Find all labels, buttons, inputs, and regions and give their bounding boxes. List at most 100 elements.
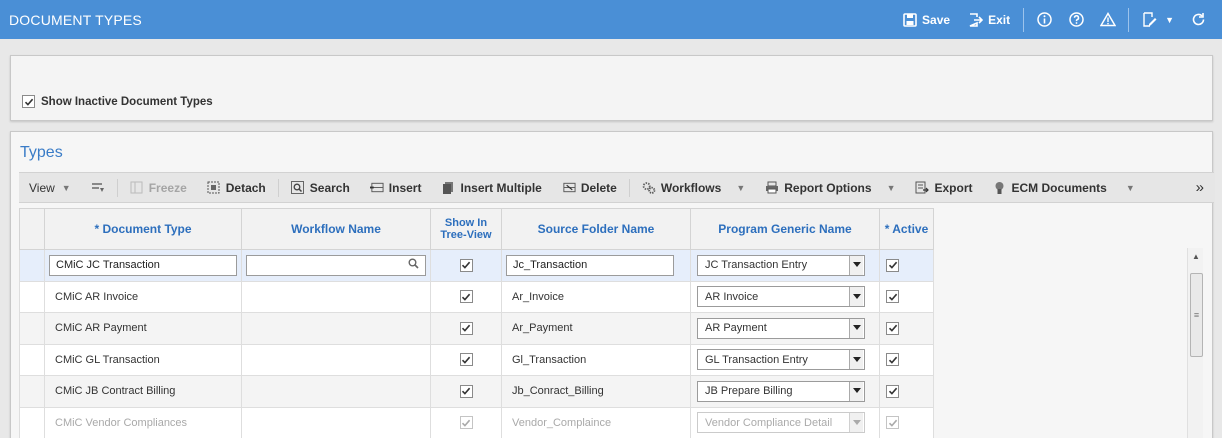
dropdown-arrow-icon[interactable] bbox=[849, 287, 863, 307]
row-selector[interactable] bbox=[19, 375, 45, 408]
detach-button[interactable]: Detach bbox=[197, 181, 276, 195]
program-generic-name-select[interactable]: Vendor Compliance Detail bbox=[697, 412, 865, 434]
table-row[interactable]: CMiC Vendor Compliances Vendor_Complainc… bbox=[19, 406, 934, 438]
column-header-program-generic-name[interactable]: Program Generic Name bbox=[690, 208, 880, 250]
row-selector[interactable] bbox=[19, 343, 45, 376]
insert-button[interactable]: Insert bbox=[360, 181, 432, 195]
table-row[interactable]: CMiC JC Transaction Jc_Transaction JC Tr… bbox=[19, 249, 934, 282]
table-row[interactable]: CMiC GL Transaction Gl_Transaction GL Tr… bbox=[19, 343, 934, 376]
help-button[interactable] bbox=[1060, 12, 1092, 28]
active-checkbox[interactable] bbox=[886, 384, 899, 398]
delete-label: Delete bbox=[580, 180, 617, 195]
active-checkbox[interactable] bbox=[886, 321, 899, 335]
source-folder-name-input[interactable]: Jc_Transaction bbox=[506, 254, 674, 276]
dropdown-arrow-icon[interactable] bbox=[849, 413, 863, 433]
notes-menu-button[interactable]: ▼ bbox=[1133, 12, 1182, 28]
document-type-cell[interactable]: CMiC GL Transaction bbox=[44, 343, 242, 376]
insert-label: Insert bbox=[388, 180, 422, 195]
column-header-active[interactable]: * Active bbox=[879, 208, 934, 250]
source-folder-name-cell[interactable]: Ar_Invoice bbox=[501, 280, 691, 313]
source-folder-name-cell[interactable]: Gl_Transaction bbox=[501, 343, 691, 376]
show-in-tree-view-checkbox[interactable] bbox=[459, 384, 473, 398]
table-row[interactable]: CMiC JB Contract Billing Jb_Conract_Bill… bbox=[19, 375, 934, 408]
exit-button[interactable]: Exit bbox=[959, 12, 1019, 28]
row-selector[interactable] bbox=[19, 280, 45, 313]
show-in-tree-view-checkbox[interactable] bbox=[459, 353, 473, 367]
dropdown-arrow-icon[interactable] bbox=[849, 350, 863, 370]
exit-label: Exit bbox=[988, 12, 1011, 27]
scrollbar-thumb[interactable]: ≡ bbox=[1190, 273, 1203, 357]
active-checkbox[interactable] bbox=[886, 416, 899, 430]
table-row[interactable]: CMiC AR Payment Ar_Payment AR Payment bbox=[19, 312, 934, 345]
filter-button[interactable] bbox=[81, 181, 115, 195]
column-header-workflow-name[interactable]: Workflow Name bbox=[241, 208, 431, 250]
show-in-tree-view-checkbox[interactable] bbox=[459, 290, 473, 304]
filter-panel: Show Inactive Document Types bbox=[10, 55, 1213, 121]
report-options-menu-button[interactable]: Report Options ▼ bbox=[755, 181, 905, 195]
exit-icon bbox=[968, 12, 984, 28]
workflow-name-lookup[interactable] bbox=[246, 254, 426, 276]
program-generic-name-select[interactable]: JB Prepare Billing bbox=[697, 380, 865, 402]
active-checkbox[interactable] bbox=[886, 353, 899, 367]
document-type-cell[interactable]: CMiC Vendor Compliances bbox=[44, 406, 242, 438]
column-header-show-in-tree-view[interactable]: Show In Tree-View bbox=[430, 208, 502, 250]
program-generic-name-select[interactable]: GL Transaction Entry bbox=[697, 349, 865, 371]
title-bar: DOCUMENT TYPES Save Exit ▼ bbox=[0, 0, 1222, 39]
workflow-name-cell[interactable] bbox=[241, 312, 431, 345]
export-icon bbox=[915, 181, 930, 195]
program-generic-name-value: JC Transaction Entry bbox=[705, 259, 808, 272]
table-row[interactable]: CMiC AR Invoice Ar_Invoice AR Invoice bbox=[19, 280, 934, 313]
detach-label: Detach bbox=[225, 180, 266, 195]
show-inactive-checkbox[interactable] bbox=[22, 95, 35, 108]
detach-icon bbox=[207, 181, 221, 195]
workflow-name-cell[interactable] bbox=[241, 406, 431, 438]
show-in-tree-view-checkbox[interactable] bbox=[459, 258, 473, 272]
search-button[interactable]: Search bbox=[281, 181, 360, 195]
source-folder-name-cell[interactable]: Vendor_Complaince bbox=[501, 406, 691, 438]
dropdown-arrow-icon[interactable] bbox=[849, 255, 863, 275]
document-type-cell[interactable]: CMiC JB Contract Billing bbox=[44, 375, 242, 408]
alerts-button[interactable] bbox=[1092, 12, 1124, 28]
freeze-button[interactable]: Freeze bbox=[120, 181, 197, 195]
refresh-button[interactable] bbox=[1182, 12, 1214, 28]
show-in-tree-view-checkbox[interactable] bbox=[459, 321, 473, 335]
workflow-name-cell[interactable] bbox=[241, 343, 431, 376]
insert-multiple-button[interactable]: Insert Multiple bbox=[431, 181, 551, 195]
document-type-input[interactable]: CMiC JC Transaction bbox=[49, 254, 237, 276]
source-folder-name-cell[interactable]: Jb_Conract_Billing bbox=[501, 375, 691, 408]
save-button[interactable]: Save bbox=[893, 12, 959, 28]
program-generic-name-value: Vendor Compliance Detail bbox=[705, 416, 833, 429]
export-button[interactable]: Export bbox=[905, 181, 982, 195]
show-in-tree-view-checkbox[interactable] bbox=[459, 416, 473, 430]
row-selector[interactable] bbox=[19, 312, 45, 345]
ecm-documents-menu-button[interactable]: ECM Documents ▼ bbox=[983, 181, 1145, 195]
dropdown-arrow-icon[interactable] bbox=[849, 381, 863, 401]
workflow-name-cell[interactable] bbox=[241, 280, 431, 313]
document-type-cell[interactable]: CMiC AR Payment bbox=[44, 312, 242, 345]
freeze-label: Freeze bbox=[148, 180, 187, 195]
active-checkbox[interactable] bbox=[886, 258, 899, 272]
scroll-up-arrow-icon[interactable]: ▲ bbox=[1192, 252, 1200, 261]
active-checkbox[interactable] bbox=[886, 290, 899, 304]
program-generic-name-select[interactable]: JC Transaction Entry bbox=[697, 254, 865, 276]
document-type-cell[interactable]: CMiC AR Invoice bbox=[44, 280, 242, 313]
view-menu-button[interactable]: View ▼ bbox=[19, 181, 81, 195]
program-generic-name-select[interactable]: AR Invoice bbox=[697, 286, 865, 308]
workflow-name-cell[interactable] bbox=[241, 375, 431, 408]
delete-button[interactable]: Delete bbox=[552, 181, 627, 195]
row-selector[interactable] bbox=[19, 406, 45, 438]
toolbar-overflow-button[interactable]: » bbox=[1196, 179, 1214, 196]
program-generic-name-select[interactable]: AR Payment bbox=[697, 317, 865, 339]
show-inactive-row: Show Inactive Document Types bbox=[22, 95, 213, 108]
row-selector[interactable] bbox=[19, 249, 45, 282]
toolbar-separator bbox=[277, 178, 279, 197]
dropdown-arrow-icon[interactable] bbox=[849, 318, 863, 338]
grid-vertical-scrollbar[interactable]: ▲ ≡ bbox=[1187, 248, 1203, 438]
search-icon[interactable] bbox=[408, 258, 419, 272]
grid-header-row: * Document Type Workflow Name Show In Tr… bbox=[19, 208, 934, 250]
column-header-source-folder-name[interactable]: Source Folder Name bbox=[501, 208, 691, 250]
workflows-menu-button[interactable]: Workflows ▼ bbox=[632, 181, 755, 195]
source-folder-name-cell[interactable]: Ar_Payment bbox=[501, 312, 691, 345]
info-button[interactable] bbox=[1028, 12, 1060, 28]
column-header-document-type[interactable]: * Document Type bbox=[44, 208, 242, 250]
